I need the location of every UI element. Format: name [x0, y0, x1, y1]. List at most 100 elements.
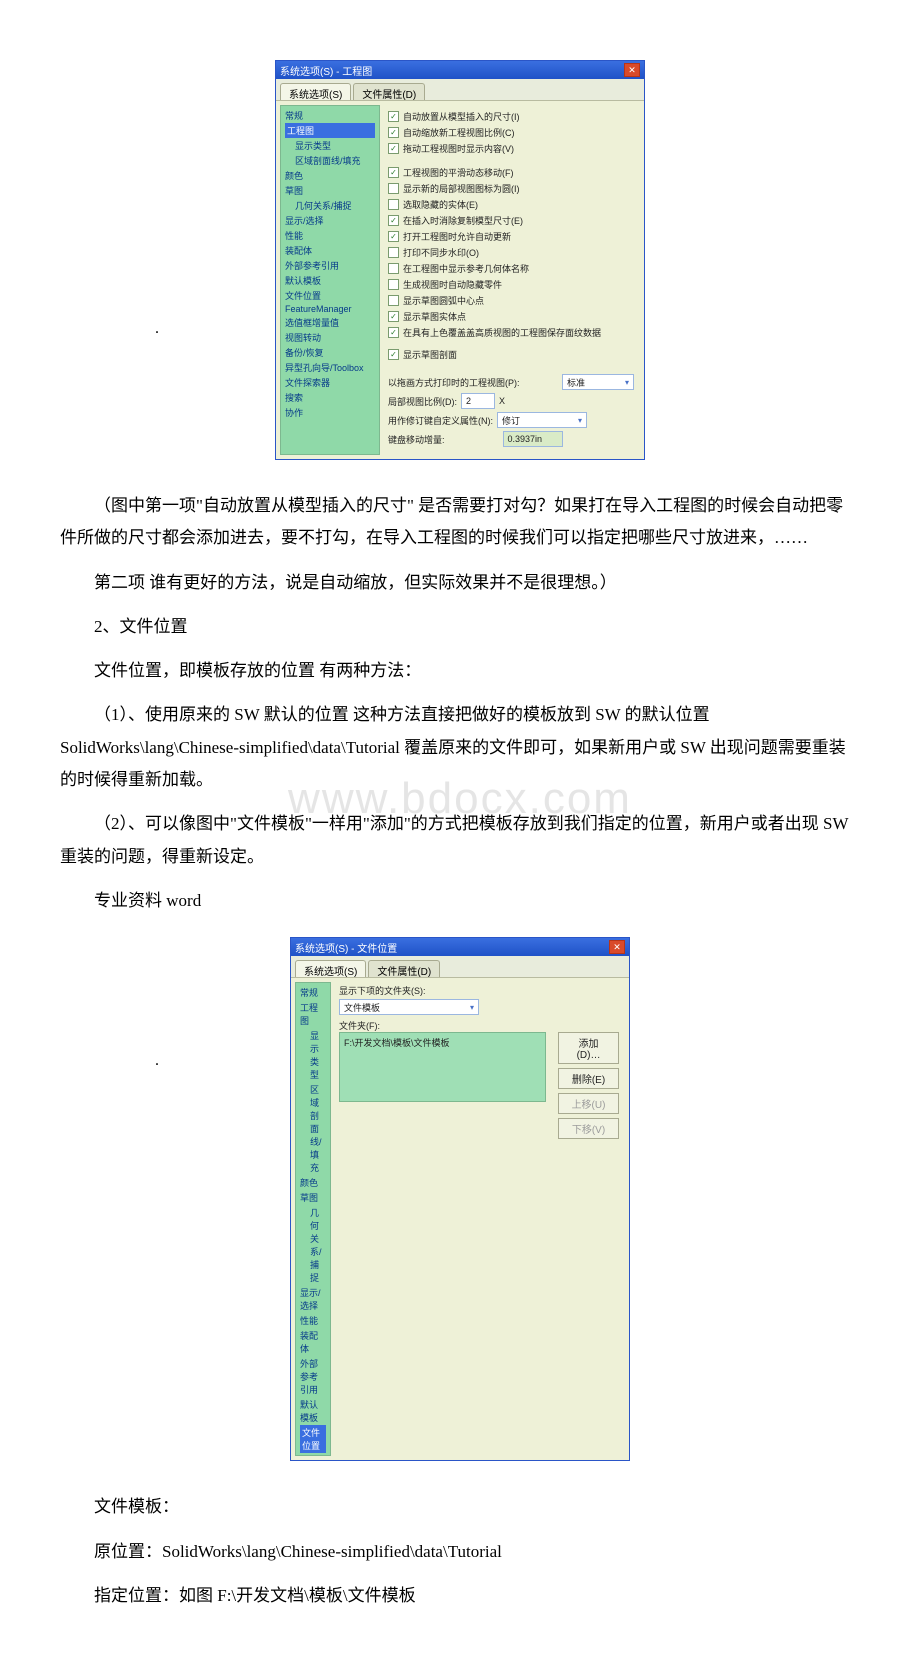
tree-item-featuremanager[interactable]: FeatureManager: [285, 303, 375, 315]
close-icon[interactable]: ✕: [609, 940, 625, 954]
paragraph-7: 专业资料 word: [60, 885, 860, 917]
heading-file-location: 2、文件位置: [60, 611, 860, 643]
tree-item-external-ref[interactable]: 外部参考引用: [285, 258, 375, 273]
move-up-button[interactable]: 上移(U): [558, 1093, 619, 1114]
checkbox-print-watermark[interactable]: [388, 247, 399, 258]
checkbox-select-hidden[interactable]: [388, 199, 399, 210]
paragraph-10: 指定位置：如图 F:\开发文档\模板\文件模板: [60, 1580, 860, 1612]
options-tree[interactable]: 常规 工程图 显示类型 区域剖面线/填充 颜色 草图 几何关系/捕捉 显示/选择…: [295, 982, 331, 1456]
checkbox-sketch-entity-points[interactable]: ✓: [388, 311, 399, 322]
checkbox-smooth-motion[interactable]: ✓: [388, 167, 399, 178]
tree-item-display-select[interactable]: 显示/选择: [285, 213, 375, 228]
opt-label: 选取隐藏的实体(E): [403, 198, 478, 211]
dialog-tabs: 系统选项(S) 文件属性(D): [276, 79, 644, 101]
tree-item-colors[interactable]: 颜色: [285, 168, 375, 183]
combo-folder-type[interactable]: 文件模板 ▾: [339, 999, 479, 1015]
tree-item-spin-increment[interactable]: 选值框增量值: [285, 315, 375, 330]
paragraph-2: 第二项 谁有更好的方法，说是自动缩放，但实际效果并不是很理想。）: [60, 567, 860, 599]
label-x: X: [499, 396, 505, 406]
opt-label: 自动缩放新工程视图比例(C): [403, 126, 515, 139]
tree-item-default-template[interactable]: 默认模板: [285, 273, 375, 288]
options-panel: ✓ 自动放置从模型插入的尺寸(I) ✓ 自动缩放新工程视图比例(C) ✓ 拖动工程视图…: [384, 101, 644, 459]
screenshot-system-options-file-locations: 系统选项(S) - 文件位置 ✕ 系统选项(S) 文件属性(D) 常规 工程图 …: [290, 937, 630, 1461]
checkbox-sketch-arc-center[interactable]: [388, 295, 399, 306]
tree-item-relations[interactable]: 几何关系/捕捉: [300, 1205, 326, 1285]
input-keyboard-increment[interactable]: 0.3937in: [503, 431, 563, 447]
options-tree[interactable]: 常规 工程图 显示类型 区域剖面线/填充 颜色 草图 几何关系/捕捉 显示/选择…: [280, 105, 380, 455]
move-down-button[interactable]: 下移(V): [558, 1118, 619, 1139]
paragraph-1: （图中第一项"自动放置从模型插入的尺寸" 是否需要打对勾？如果打在导入工程图的时…: [60, 490, 860, 555]
tree-item-colors[interactable]: 颜色: [300, 1175, 326, 1190]
tree-item-file-explorer[interactable]: 文件探索器: [285, 375, 375, 390]
folders-list[interactable]: F:\开发文档\模板\文件模板: [339, 1032, 546, 1102]
tree-item-file-locations[interactable]: 文件位置: [285, 288, 375, 303]
tree-item-search[interactable]: 搜索: [285, 390, 375, 405]
tree-item-display-select[interactable]: 显示/选择: [300, 1285, 326, 1313]
tree-item-area-hatch[interactable]: 区域剖面线/填充: [285, 153, 375, 168]
tab-system-options[interactable]: 系统选项(S): [295, 960, 366, 977]
checkbox-auto-update[interactable]: ✓: [388, 231, 399, 242]
chevron-down-icon: ▾: [625, 378, 629, 387]
opt-label: 在插入时消除复制模型尺寸(E): [403, 214, 523, 227]
tree-item-relations[interactable]: 几何关系/捕捉: [285, 198, 375, 213]
tab-system-options[interactable]: 系统选项(S): [280, 83, 351, 100]
checkbox-auto-place-dims[interactable]: ✓: [388, 111, 399, 122]
tree-item-collaboration[interactable]: 协作: [285, 405, 375, 420]
paragraph-5: （1）、使用原来的 SW 默认的位置 这种方法直接把做好的模板放到 SW 的默认…: [60, 699, 860, 796]
spin-detail-scale[interactable]: 2: [461, 393, 495, 409]
opt-label: 显示草图剖面: [403, 348, 457, 361]
delete-button[interactable]: 删除(E): [558, 1068, 619, 1089]
tree-item-sketch[interactable]: 草图: [285, 183, 375, 198]
checkbox-eliminate-dup-dims[interactable]: ✓: [388, 215, 399, 226]
dialog-tabs: 系统选项(S) 文件属性(D): [291, 956, 629, 978]
tree-item-file-locations[interactable]: 文件位置: [300, 1425, 326, 1453]
opt-label: 打开工程图时允许自动更新: [403, 230, 511, 243]
label-revision-prop: 用作修订键自定义属性(N):: [388, 414, 493, 427]
tree-item-area-hatch[interactable]: 区域剖面线/填充: [300, 1082, 326, 1175]
tree-item-drawings[interactable]: 工程图: [285, 123, 375, 138]
tab-document-properties[interactable]: 文件属性(D): [368, 960, 440, 977]
tree-item-display-style[interactable]: 显示类型: [300, 1028, 326, 1082]
checkbox-auto-scale[interactable]: ✓: [388, 127, 399, 138]
tree-item-drawings[interactable]: 工程图: [300, 1000, 326, 1028]
opt-label: 显示草图圆弧中心点: [403, 294, 484, 307]
tab-document-properties[interactable]: 文件属性(D): [353, 83, 425, 100]
label-detail-scale: 局部视图比例(D):: [388, 395, 457, 408]
tree-item-default-template[interactable]: 默认模板: [300, 1397, 326, 1425]
tree-item-sketch[interactable]: 草图: [300, 1190, 326, 1205]
dialog-titlebar: 系统选项(S) - 工程图 ✕: [276, 61, 644, 79]
opt-label: 打印不同步水印(O): [403, 246, 479, 259]
tree-item-assembly[interactable]: 装配体: [285, 243, 375, 258]
checkbox-drag-show[interactable]: ✓: [388, 143, 399, 154]
figure-marker-2: .: [155, 1052, 159, 1070]
combo-print-method[interactable]: 标准 ▾: [562, 374, 634, 390]
combo-value: 修订: [502, 414, 520, 427]
tree-item-hole-wizard[interactable]: 异型孔向导/Toolbox: [285, 360, 375, 375]
combo-revision-prop[interactable]: 修订 ▾: [497, 412, 587, 428]
tree-item-view-rotation[interactable]: 视图转动: [285, 330, 375, 345]
checkbox-show-sketch-section[interactable]: ✓: [388, 349, 399, 360]
tree-item-backup[interactable]: 备份/恢复: [285, 345, 375, 360]
checkbox-save-face-data[interactable]: ✓: [388, 327, 399, 338]
tree-item-performance[interactable]: 性能: [285, 228, 375, 243]
tree-item-external-ref[interactable]: 外部参考引用: [300, 1356, 326, 1397]
dialog-title: 系统选项(S) - 工程图: [280, 63, 372, 78]
paragraph-9: 原位置：SolidWorks\lang\Chinese-simplified\d…: [60, 1536, 860, 1568]
opt-label: 拖动工程视图时显示内容(V): [403, 142, 514, 155]
add-button[interactable]: 添加(D)…: [558, 1032, 619, 1064]
label-show-folders: 显示下项的文件夹(S):: [339, 984, 619, 997]
tree-item-performance[interactable]: 性能: [300, 1313, 326, 1328]
opt-label: 工程视图的平滑动态移动(F): [403, 166, 514, 179]
close-icon[interactable]: ✕: [624, 63, 640, 77]
checkbox-show-refgeom-names[interactable]: [388, 263, 399, 274]
tree-item-general[interactable]: 常规: [285, 108, 375, 123]
opt-label: 显示草图实体点: [403, 310, 466, 323]
tree-item-display-style[interactable]: 显示类型: [285, 138, 375, 153]
tree-item-assembly[interactable]: 装配体: [300, 1328, 326, 1356]
checkbox-auto-hide-parts[interactable]: [388, 279, 399, 290]
checkbox-detail-circle[interactable]: [388, 183, 399, 194]
opt-label: 自动放置从模型插入的尺寸(I): [403, 110, 520, 123]
combo-value: 文件模板: [344, 1001, 380, 1014]
list-item[interactable]: F:\开发文档\模板\文件模板: [344, 1036, 541, 1049]
tree-item-general[interactable]: 常规: [300, 985, 326, 1000]
